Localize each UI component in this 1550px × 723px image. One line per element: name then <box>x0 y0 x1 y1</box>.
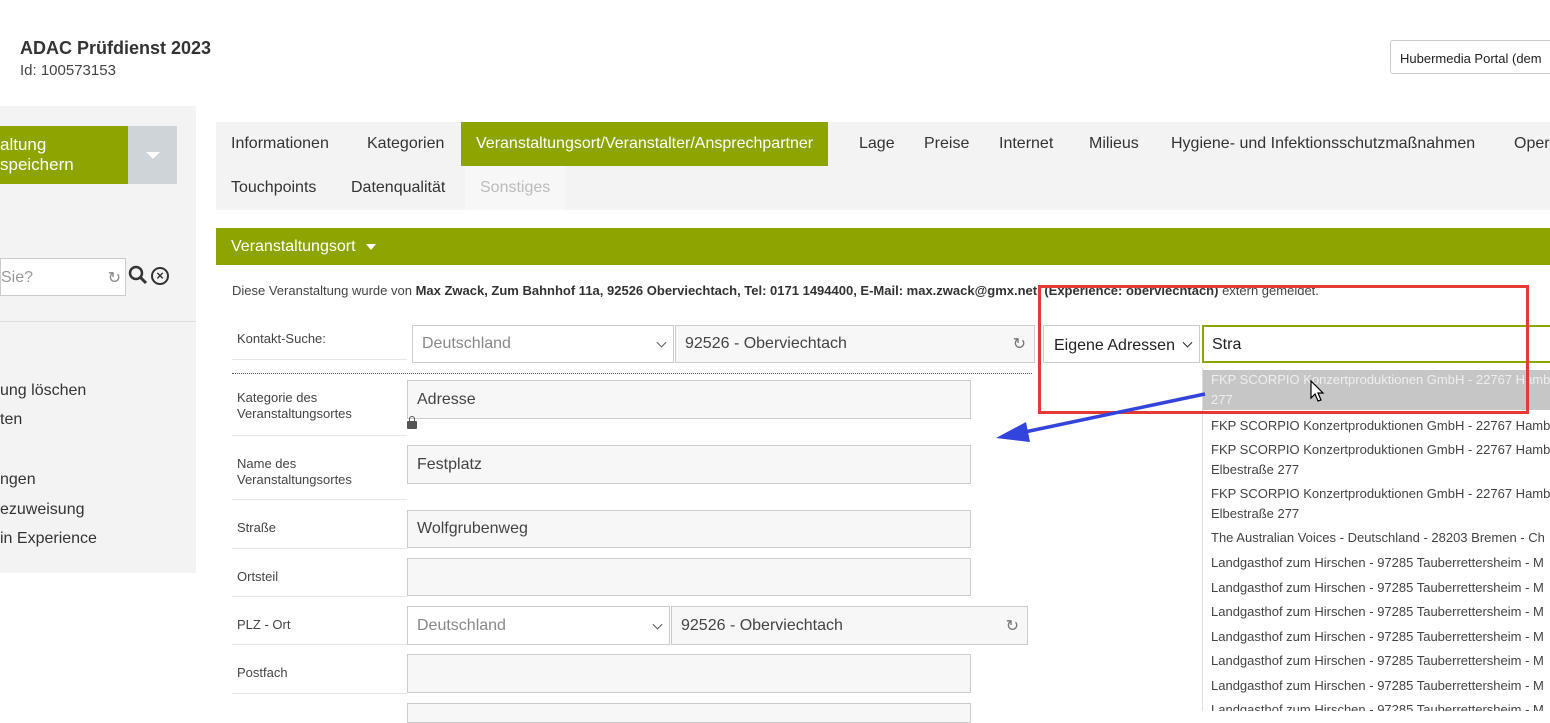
contact-place-input[interactable]: 92526 - Oberviechtach ↻ <box>675 325 1035 363</box>
sidebar-divider <box>0 321 196 322</box>
row-divider <box>232 596 407 597</box>
tab-kategorien[interactable]: Kategorien <box>352 122 459 166</box>
district-input[interactable] <box>407 558 971 596</box>
option-text-cont: Elbestraße 277 <box>1211 506 1300 521</box>
dropdown-option[interactable]: The Australian Voices - Deutschland - 28… <box>1203 528 1550 548</box>
row-divider <box>232 693 407 694</box>
dropdown-option[interactable]: Landgasthof zum Hirschen - 97285 Tauberr… <box>1203 553 1550 573</box>
lock-icon <box>407 416 417 429</box>
category-label: Kategorie des Veranstaltungsortes <box>237 390 352 421</box>
dropdown-option[interactable]: Landgasthof zum Hirschen - 97285 Tauberr… <box>1203 676 1550 696</box>
section-title: Veranstaltungsort <box>231 238 356 255</box>
tab-touchpoints[interactable]: Touchpoints <box>216 166 331 210</box>
po-box-input[interactable] <box>407 654 971 693</box>
zip-country-value: Deutschland <box>417 616 506 634</box>
venue-name-label: Name des Veranstaltungsortes <box>237 456 352 487</box>
zip-country-select[interactable]: Deutschland <box>407 606 670 645</box>
portal-select[interactable]: Hubermedia Portal (dem <box>1390 40 1550 74</box>
tab-bar: Informationen Kategorien Veranstaltungso… <box>216 122 1550 210</box>
caret-down-icon <box>145 151 160 159</box>
event-id: Id: 100573153 <box>20 62 116 79</box>
contact-search-label: Kontakt-Suche: <box>237 331 326 346</box>
autocomplete-dropdown: FKP SCORPIO Konzertproduktionen GmbH - 2… <box>1202 368 1550 711</box>
row-divider <box>232 499 407 500</box>
option-text: FKP SCORPIO Konzertproduktionen GmbH - 2… <box>1211 486 1550 501</box>
tab-lage[interactable]: Lage <box>844 122 910 166</box>
tab-oper[interactable]: Oper <box>1499 122 1550 166</box>
tab-datenqualitaet[interactable]: Datenqualität <box>336 166 460 210</box>
dropdown-option[interactable]: FKP SCORPIO Konzertproduktionen GmbH - 2… <box>1203 484 1550 524</box>
dropdown-option[interactable]: FKP SCORPIO Konzertproduktionen GmbH - 2… <box>1203 416 1550 436</box>
contact-country-select[interactable]: Deutschland <box>412 325 674 363</box>
street-label: Straße <box>237 520 277 535</box>
sidebar-search-placeholder: Sie? <box>1 269 34 286</box>
annotation-arrow-icon <box>996 392 1206 442</box>
notice-prefix: Diese Veranstaltung wurde von <box>232 283 416 298</box>
collapse-caret-icon <box>365 243 376 250</box>
dropdown-option[interactable]: FKP SCORPIO Konzertproduktionen GmbH - 2… <box>1203 440 1550 480</box>
tab-informationen[interactable]: Informationen <box>216 122 344 166</box>
dropdown-option[interactable]: Landgasthof zum Hirschen - 97285 Tauberr… <box>1203 700 1550 711</box>
dropdown-option[interactable]: Landgasthof zum Hirschen - 97285 Tauberr… <box>1203 627 1550 647</box>
zip-place-input[interactable]: 92526 - Oberviechtach ↻ <box>671 606 1028 645</box>
section-header-veranstaltungsort[interactable]: Veranstaltungsort <box>216 228 1550 265</box>
dotted-separator <box>232 373 1032 374</box>
sidebar-link-delete[interactable]: ung löschen <box>0 382 86 400</box>
next-input[interactable] <box>407 703 971 723</box>
mouse-cursor-icon <box>1310 380 1325 402</box>
sidebar-search-input[interactable]: Sie? ↻ <box>0 258 126 296</box>
refresh-icon[interactable]: ↻ <box>1006 616 1019 636</box>
tab-hygiene[interactable]: Hygiene- und Infektionsschutzmaßnahmen <box>1156 122 1490 166</box>
tab-veranstaltungsort[interactable]: Veranstaltungsort/Veranstalter/Ansprechp… <box>461 122 829 166</box>
clear-search-icon[interactable]: × <box>151 267 169 285</box>
search-icon[interactable] <box>128 265 148 285</box>
dropdown-option[interactable]: Landgasthof zum Hirschen - 97285 Tauberr… <box>1203 602 1550 622</box>
tab-milieus[interactable]: Milieus <box>1074 122 1154 166</box>
option-text: FKP SCORPIO Konzertproduktionen GmbH - 2… <box>1211 442 1550 457</box>
save-options-button[interactable] <box>128 126 177 184</box>
event-title: ADAC Prüfdienst 2023 <box>20 38 212 58</box>
tab-sonstiges: Sonstiges <box>465 166 566 210</box>
sidebar-link-experience[interactable]: in Experience <box>0 530 97 548</box>
zip-place-value: 92526 - Oberviechtach <box>681 616 843 634</box>
sidebar-link-2[interactable]: ten <box>0 411 22 429</box>
venue-name-input[interactable]: Festplatz <box>407 445 971 484</box>
option-text-cont: Elbestraße 277 <box>1211 462 1300 477</box>
refresh-icon[interactable]: ↻ <box>1013 334 1026 354</box>
district-label: Ortsteil <box>237 569 279 584</box>
tab-preise[interactable]: Preise <box>909 122 984 166</box>
street-input[interactable]: Wolfgrubenweg <box>407 510 971 548</box>
po-box-label: Postfach <box>237 665 288 680</box>
dropdown-option[interactable]: Landgasthof zum Hirschen - 97285 Tauberr… <box>1203 651 1550 671</box>
row-divider <box>232 435 407 436</box>
contact-place-value: 92526 - Oberviechtach <box>685 335 847 352</box>
row-divider <box>232 644 407 645</box>
category-field[interactable]: Adresse <box>407 380 971 419</box>
zip-label: PLZ - Ort <box>237 617 291 632</box>
chevron-down-icon <box>656 337 667 348</box>
save-button[interactable]: altung speichern <box>0 126 128 184</box>
dropdown-option[interactable]: Landgasthof zum Hirschen - 97285 Tauberr… <box>1203 578 1550 598</box>
sidebar-link-3[interactable]: ngen <box>0 471 36 489</box>
sidebar-link-assignment[interactable]: ezuweisung <box>0 501 85 519</box>
contact-country-value: Deutschland <box>422 335 511 352</box>
tab-internet[interactable]: Internet <box>984 122 1068 166</box>
row-divider <box>232 359 407 360</box>
chevron-down-icon <box>652 619 663 630</box>
row-divider <box>232 548 407 549</box>
refresh-icon[interactable]: ↻ <box>108 268 121 288</box>
